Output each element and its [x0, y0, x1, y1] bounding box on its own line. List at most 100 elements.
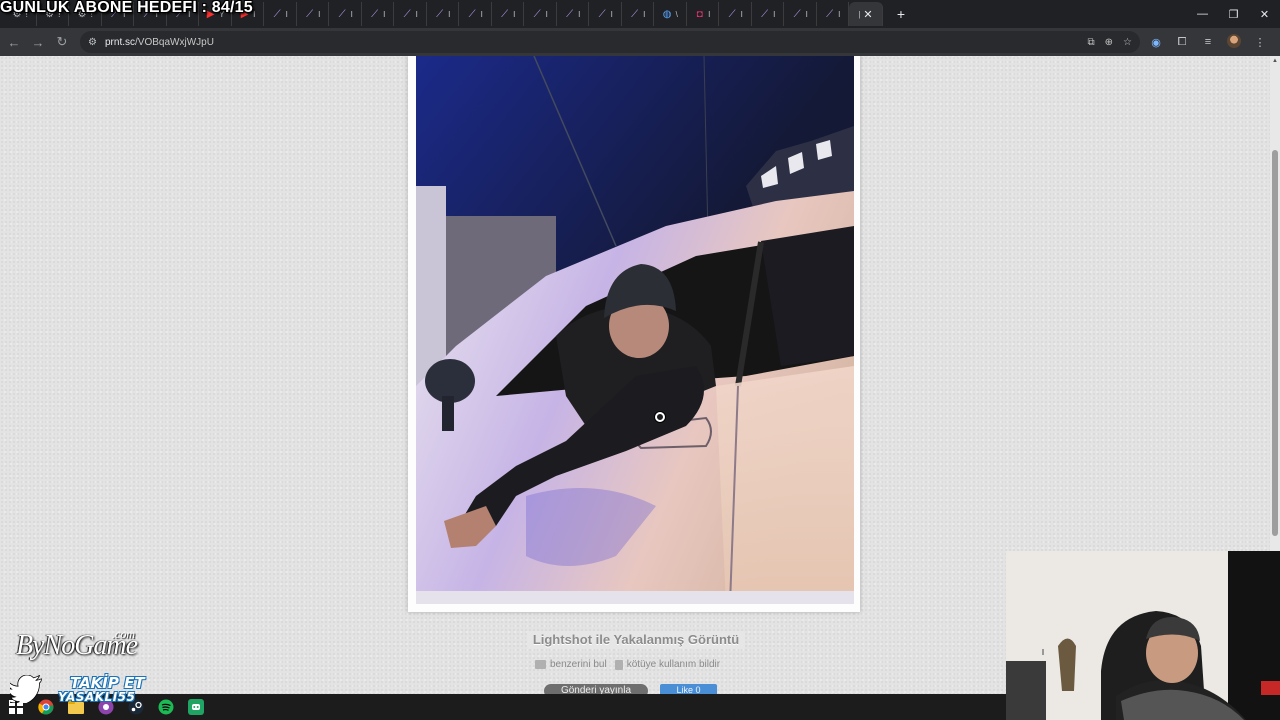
tab-label: \	[675, 9, 678, 19]
tab-label: I	[740, 9, 743, 19]
omnibox-actions: ⧉ ⊕ ☆	[1088, 31, 1133, 53]
tab-label: I	[285, 9, 288, 19]
url-text[interactable]: prnt.sc/VOBqaWxjWJpU	[105, 37, 214, 48]
tab-19[interactable]: ⟋ I	[589, 2, 622, 26]
screenshot-frame	[408, 56, 860, 612]
tab-24[interactable]: ⟋ I	[752, 2, 784, 26]
address-bar[interactable]: ⚙ prnt.sc/VOBqaWxjWJpU ⧉ ⊕ ☆	[80, 31, 1140, 53]
tab-13[interactable]: ⟋ I	[394, 2, 427, 26]
tab-18[interactable]: ⟋ I	[557, 2, 589, 26]
feather-icon: ⟋	[566, 8, 574, 20]
tab-21[interactable]: ◍ \	[654, 2, 687, 26]
tab-label: I	[415, 9, 418, 19]
find-similar-link[interactable]: benzerini bul	[535, 659, 607, 670]
tab-label: I	[253, 9, 256, 19]
discord-taskbar-icon[interactable]	[186, 697, 206, 717]
feather-icon: ⟋	[403, 8, 411, 20]
tab-label: I	[480, 9, 483, 19]
feather-icon: ⟋	[436, 8, 444, 20]
tab-label: I	[805, 9, 808, 19]
window-controls: — ❐ ✕	[1187, 0, 1280, 28]
restore-icon[interactable]: ❐	[1218, 0, 1249, 28]
stream-goal-title: GÜNLÜK ABONE HEDEFİ : 84/15	[0, 0, 253, 16]
send-post-button[interactable]: Gönderi yayınla	[544, 684, 648, 694]
scrollbar-thumb[interactable]	[1272, 150, 1278, 536]
spotify-taskbar-icon[interactable]	[156, 697, 176, 717]
tab-11[interactable]: ⟋ I	[329, 2, 362, 26]
tab-label: I	[545, 9, 548, 19]
new-tab-icon[interactable]: +	[889, 2, 913, 26]
lightshot-caption: Lightshot ile Yakalanmış Görüntü	[527, 631, 745, 649]
feather-icon: ⟋	[273, 8, 281, 20]
tab-active[interactable]: | ✕	[849, 2, 883, 26]
minimize-icon[interactable]: —	[1187, 0, 1218, 28]
feather-icon: ⟋	[793, 8, 801, 20]
site-info-icon[interactable]: ⚙	[88, 37, 104, 48]
report-icon	[614, 659, 623, 670]
feather-icon: ⟋	[338, 8, 346, 20]
profile-avatar[interactable]	[1226, 33, 1242, 51]
url-path: /VOBqaWxjWJpU	[135, 36, 214, 48]
tab-26[interactable]: ⟋ I	[817, 2, 849, 26]
tab-label: I	[383, 9, 386, 19]
report-abuse-label: kötüye kullanım bildir	[626, 659, 721, 670]
tab-16[interactable]: ⟋ I	[492, 2, 524, 26]
feather-icon: ⟋	[631, 8, 639, 20]
close-window-icon[interactable]: ✕	[1249, 0, 1280, 28]
night-car-photo	[416, 56, 854, 604]
feather-icon: ⟋	[468, 8, 476, 20]
toolbar-actions: ◉ ⧠ ≡ ⋮	[1148, 28, 1268, 56]
tab-10[interactable]: ⟋ I	[297, 2, 329, 26]
bookmark-star-icon[interactable]: ☆	[1123, 37, 1132, 48]
mouse-cursor	[655, 412, 665, 422]
tab-label: I	[448, 9, 451, 19]
extensions-puzzle-icon[interactable]: ⧠	[1174, 36, 1190, 49]
tab-20[interactable]: ⟋ I	[622, 2, 654, 26]
feather-icon: ⟋	[501, 8, 509, 20]
reload-icon[interactable]: ↻	[50, 30, 74, 54]
tab-label: I	[773, 9, 776, 19]
webcam-overlay	[1006, 551, 1280, 720]
back-icon[interactable]: ←	[2, 30, 26, 54]
tab-15[interactable]: ⟋ I	[459, 2, 492, 26]
brand-logo: ByNoGame .com	[16, 627, 138, 662]
like-button[interactable]: Like 0	[660, 684, 717, 694]
report-abuse-link[interactable]: kötüye kullanım bildir	[614, 659, 721, 670]
feather-icon: ⟋	[761, 8, 769, 20]
taskbar	[0, 694, 1006, 720]
image-action-links: benzerini bul kötüye kullanım bildir	[535, 659, 720, 670]
streamer-webcam-video	[1006, 551, 1280, 720]
find-similar-label: benzerini bul	[550, 659, 607, 670]
feather-icon: ⟋	[598, 8, 606, 20]
feather-icon: ⟋	[306, 8, 314, 20]
reading-list-icon[interactable]: ≡	[1200, 36, 1216, 48]
share-buttons: Gönderi yayınla Like 0	[544, 684, 717, 694]
tab-label: I	[708, 9, 711, 19]
brand-logo-suffix: .com	[112, 627, 135, 641]
tab-label: I	[838, 9, 841, 19]
tab-12[interactable]: ⟋ I	[362, 2, 394, 26]
follow-handle: YASAKLI55	[58, 690, 136, 704]
tab-25[interactable]: ⟋ I	[784, 2, 817, 26]
twitter-bird-icon	[10, 675, 42, 703]
extension-copilot-icon[interactable]: ◉	[1148, 36, 1164, 49]
scroll-up-icon[interactable]: ▲	[1271, 58, 1279, 64]
forward-icon[interactable]: →	[26, 30, 50, 54]
browser-menu-icon[interactable]: ⋮	[1252, 36, 1268, 49]
browser-toolbar: ← → ↻ ⚙ prnt.sc/VOBqaWxjWJpU ⧉ ⊕ ☆ ◉ ⧠ ≡…	[0, 28, 1280, 56]
tab-14[interactable]: ⟋ I	[427, 2, 459, 26]
tab-label: I	[578, 9, 581, 19]
tab-22[interactable]: ◘ I	[687, 2, 719, 26]
zoom-icon[interactable]: ⊕	[1105, 37, 1113, 48]
install-app-icon[interactable]: ⧉	[1088, 37, 1095, 48]
tab-9[interactable]: ⟋ I	[264, 2, 297, 26]
url-host: prnt.sc	[105, 36, 136, 48]
tab-label: I	[513, 9, 516, 19]
tab-label: I	[350, 9, 353, 19]
instagram-icon: ◘	[696, 8, 703, 20]
follow-overlay: TAKİP ET YASAKLI55	[58, 676, 145, 705]
close-tab-icon[interactable]: ✕	[863, 8, 872, 21]
feather-icon: ⟋	[371, 8, 379, 20]
tab-23[interactable]: ⟋ I	[719, 2, 752, 26]
tab-17[interactable]: ⟋ I	[524, 2, 557, 26]
